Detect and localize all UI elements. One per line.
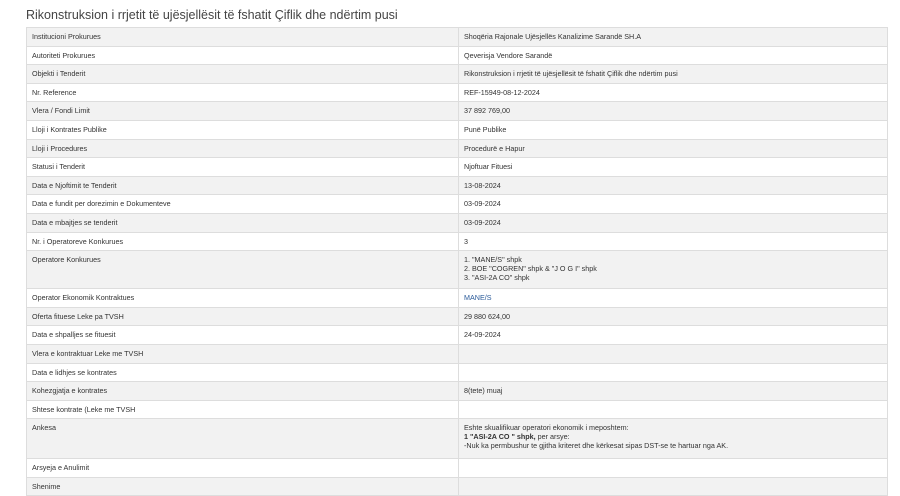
table-row: Data e Njoftimit te Tenderit 13-08-2024	[26, 175, 888, 196]
row-value: Shoqëria Rajonale Ujësjellës Kanalizime …	[458, 27, 888, 47]
operator-item: 3. "ASI-2A CO" shpk	[464, 273, 530, 283]
row-value: Rikonstruksion i rrjetit të ujësjellësit…	[458, 64, 888, 84]
row-label: Institucioni Prokurues	[26, 27, 459, 47]
tender-details-table: Institucioni Prokurues Shoqëria Rajonale…	[26, 27, 888, 496]
row-value: 29 880 624,00	[458, 306, 888, 327]
operator-item: 1. "MANE/S" shpk	[464, 255, 522, 265]
row-label: Arsyeja e Anulimit	[26, 458, 459, 478]
row-label: Shenime	[26, 476, 459, 496]
table-row: Objekti i Tenderit Rikonstruksion i rrje…	[26, 64, 888, 84]
annex-line: Eshte skualifikuar operatori ekonomik i …	[464, 423, 629, 433]
table-row: Shtese kontrate (Leke me TVSH	[26, 399, 888, 420]
table-row: Operatore Konkurues 1. "MANE/S" shpk 2. …	[26, 250, 888, 290]
annex-line: -Nuk ka permbushur te gjitha kriteret dh…	[464, 441, 729, 451]
row-label: Operatore Konkurues	[26, 250, 459, 290]
row-label: Ankesa	[26, 418, 459, 460]
row-value	[458, 343, 888, 364]
table-row: Arsyeja e Anulimit	[26, 458, 888, 478]
table-row: Institucioni Prokurues Shoqëria Rajonale…	[26, 27, 888, 47]
row-value: Procedurë e Hapur	[458, 138, 888, 159]
row-label: Operator Ekonomik Kontraktues	[26, 288, 459, 308]
row-label: Shtese kontrate (Leke me TVSH	[26, 399, 459, 420]
row-label: Lloji i Kontrates Publike	[26, 119, 459, 140]
row-label: Data e fundit per dorezimin e Dokumentev…	[26, 194, 459, 214]
row-label: Data e mbajtjes se tenderit	[26, 212, 459, 233]
table-row: Data e shpalljes se fituesit 24-09-2024	[26, 325, 888, 345]
table-row: Oferta fituese Leke pa TVSH 29 880 624,0…	[26, 306, 888, 327]
table-row: Statusi i Tenderit Njoftuar Fituesi	[26, 157, 888, 177]
row-value: 8(tete) muaj	[458, 381, 888, 401]
row-label: Nr. i Operatoreve Konkurues	[26, 231, 459, 252]
row-label: Nr. Reference	[26, 82, 459, 103]
row-label: Data e shpalljes se fituesit	[26, 325, 459, 345]
row-label: Autoriteti Prokurues	[26, 45, 459, 66]
row-label: Data e Njoftimit te Tenderit	[26, 175, 459, 196]
table-row: Kohezgjatja e kontrates 8(tete) muaj	[26, 381, 888, 401]
table-row: Vlera / Fondi Limit 37 892 769,00	[26, 101, 888, 121]
row-value	[458, 362, 888, 383]
row-label: Vlera / Fondi Limit	[26, 101, 459, 121]
row-value: 03-09-2024	[458, 194, 888, 214]
page-title: Rikonstruksion i rrjetit të ujësjellësit…	[26, 8, 398, 22]
row-label: Objekti i Tenderit	[26, 64, 459, 84]
table-row: Data e fundit per dorezimin e Dokumentev…	[26, 194, 888, 214]
row-label: Data e lidhjes se kontrates	[26, 362, 459, 383]
table-row: Ankesa Eshte skualifikuar operatori ekon…	[26, 418, 888, 460]
row-value: 13-08-2024	[458, 175, 888, 196]
contracting-operator-link[interactable]: MANE/S	[464, 293, 492, 302]
table-row: Autoriteti Prokurues Qeverisja Vendore S…	[26, 45, 888, 66]
table-row: Nr. i Operatoreve Konkurues 3	[26, 231, 888, 252]
table-row: Lloji i Kontrates Publike Punë Publike	[26, 119, 888, 140]
row-value: 03-09-2024	[458, 212, 888, 233]
table-row: Nr. Reference REF-15949-08-12-2024	[26, 82, 888, 103]
row-value	[458, 476, 888, 496]
row-label: Vlera e kontraktuar Leke me TVSH	[26, 343, 459, 364]
annex-reason-intro: per arsye:	[535, 432, 570, 442]
table-row: Data e lidhjes se kontrates	[26, 362, 888, 383]
annex-text: Eshte skualifikuar operatori ekonomik i …	[458, 418, 888, 460]
annex-line: 1 "ASI-2A CO " shpk, per arsye:	[464, 432, 883, 441]
row-label: Statusi i Tenderit	[26, 157, 459, 177]
row-value	[458, 458, 888, 478]
row-value: MANE/S	[458, 288, 888, 308]
table-row: Lloji i Procedures Procedurë e Hapur	[26, 138, 888, 159]
row-value: 37 892 769,00	[458, 101, 888, 121]
row-value	[458, 399, 888, 420]
row-value: Qeverisja Vendore Sarandë	[458, 45, 888, 66]
row-value: 3	[458, 231, 888, 252]
row-value: Njoftuar Fituesi	[458, 157, 888, 177]
disqualified-operator: 1 "ASI-2A CO " shpk,	[464, 432, 536, 442]
row-value: REF-15949-08-12-2024	[458, 82, 888, 103]
table-row: Data e mbajtjes se tenderit 03-09-2024	[26, 212, 888, 233]
table-row: Vlera e kontraktuar Leke me TVSH	[26, 343, 888, 364]
table-row: Shenime	[26, 476, 888, 496]
operator-item: 2. BOE "COGREN" shpk & "J O G I" shpk	[464, 264, 597, 274]
table-row: Operator Ekonomik Kontraktues MANE/S	[26, 288, 888, 308]
row-label: Kohezgjatja e kontrates	[26, 381, 459, 401]
row-value: Punë Publike	[458, 119, 888, 140]
row-value: 24-09-2024	[458, 325, 888, 345]
row-label: Oferta fituese Leke pa TVSH	[26, 306, 459, 327]
row-label: Lloji i Procedures	[26, 138, 459, 159]
operators-list: 1. "MANE/S" shpk 2. BOE "COGREN" shpk & …	[458, 250, 888, 290]
